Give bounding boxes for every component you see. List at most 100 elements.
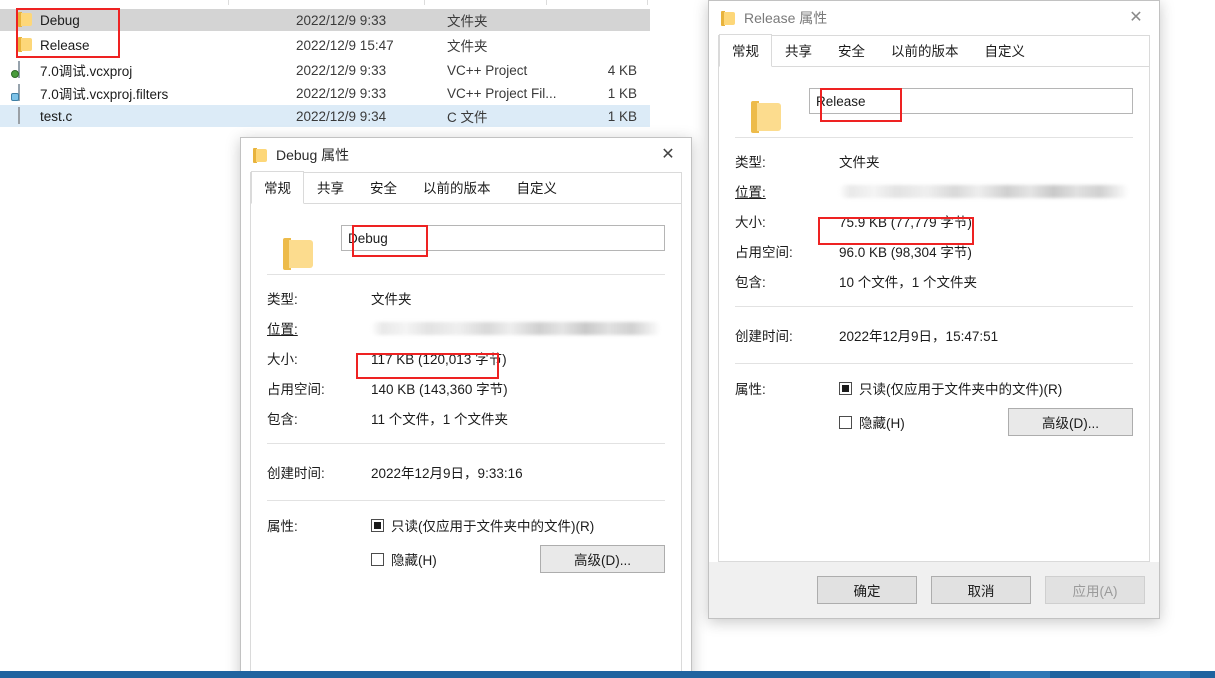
folder-name-row: Debug: [267, 204, 665, 270]
taskbar-segment: [1140, 671, 1190, 678]
column-separator: [546, 0, 547, 5]
field-type: 类型: 文件夹: [735, 146, 1133, 176]
advanced-button[interactable]: 高级(D)...: [1008, 408, 1133, 436]
table-row[interactable]: 7.0调试.vcxproj 2022/12/9 9:33 VC++ Projec…: [0, 59, 650, 81]
field-location: 位置:: [735, 176, 1133, 206]
taskbar-segment: [990, 671, 1050, 678]
taskbar-strip: [0, 671, 1215, 678]
hidden-row[interactable]: 隐藏(H) 高级(D)...: [839, 408, 1133, 436]
field-value: 117 KB (120,013 字节): [371, 352, 507, 367]
dialog-title-bar: Debug 属性 ✕: [241, 138, 691, 172]
field-label: 包含:: [267, 412, 298, 427]
tab-sharing[interactable]: 共享: [772, 34, 825, 66]
close-icon[interactable]: ✕: [1113, 1, 1159, 35]
readonly-label: 只读(仅应用于文件夹中的文件)(R): [859, 382, 1063, 397]
folder-name-input[interactable]: Release: [809, 88, 1133, 114]
file-type: 文件夹: [447, 14, 488, 29]
field-value: 140 KB (143,360 字节): [371, 382, 508, 397]
tab-security[interactable]: 安全: [357, 171, 410, 203]
cancel-button[interactable]: 取消: [931, 576, 1031, 604]
advanced-button[interactable]: 高级(D)...: [540, 545, 665, 573]
dialog-body: 常规 共享 安全 以前的版本 自定义 Release 类型: 文件夹 位置: 大…: [718, 34, 1150, 562]
folder-icon: [18, 12, 34, 28]
field-created: 创建时间: 2022年12月9日，9:33:16: [267, 454, 665, 490]
field-value-redacted: [839, 184, 1129, 198]
file-date: 2022/12/9 9:33: [296, 12, 387, 28]
tab-previous-versions[interactable]: 以前的版本: [878, 34, 972, 66]
folder-icon: [721, 10, 735, 26]
debug-properties-dialog[interactable]: Debug 属性 ✕ 常规 共享 安全 以前的版本 自定义 Debug 类型: …: [240, 137, 692, 678]
field-size: 大小: 117 KB (120,013 字节): [267, 343, 665, 373]
field-label: 位置:: [267, 322, 298, 337]
divider: [267, 274, 665, 275]
file-type: VC++ Project Fil...: [447, 85, 557, 101]
file-name: 7.0调试.vcxproj.filters: [40, 87, 169, 102]
readonly-checkbox[interactable]: [839, 381, 852, 395]
hidden-checkbox[interactable]: [371, 552, 384, 566]
field-value: 11 个文件，1 个文件夹: [371, 412, 509, 427]
file-size: 1 KB: [607, 108, 637, 124]
divider: [267, 443, 665, 444]
attributes-block: 属性: 只读(仅应用于文件夹中的文件)(R) 隐藏(H) 高级(D)...: [267, 511, 665, 573]
hidden-row[interactable]: 隐藏(H) 高级(D)...: [371, 545, 665, 573]
release-properties-dialog[interactable]: Release 属性 ✕ 常规 共享 安全 以前的版本 自定义 Release: [708, 0, 1160, 619]
dialog-footer: 确定 取消 应用(A): [709, 562, 1159, 618]
tab-customize[interactable]: 自定义: [504, 171, 571, 203]
file-type: 文件夹: [447, 39, 488, 54]
tab-security[interactable]: 安全: [825, 34, 878, 66]
tab-bar[interactable]: 常规 共享 安全 以前的版本 自定义: [251, 171, 681, 204]
field-label: 类型:: [267, 292, 298, 307]
readonly-row[interactable]: 只读(仅应用于文件夹中的文件)(R): [839, 374, 1133, 402]
vcxproj-icon: [11, 61, 34, 78]
field-size: 大小: 75.9 KB (77,779 字节): [735, 206, 1133, 236]
tab-general[interactable]: 常规: [719, 34, 772, 67]
table-row[interactable]: test.c 2022/12/9 9:34 C 文件 1 KB: [0, 105, 650, 127]
divider: [735, 363, 1133, 364]
apply-button: 应用(A): [1045, 576, 1145, 604]
c-file-icon: [18, 107, 34, 124]
tab-general[interactable]: 常规: [251, 171, 304, 204]
divider: [735, 306, 1133, 307]
file-date: 2022/12/9 9:33: [296, 85, 387, 101]
table-row[interactable]: Release 2022/12/9 15:47 文件夹: [0, 34, 650, 56]
close-icon[interactable]: ✕: [645, 138, 691, 172]
dialog-title: Debug 属性: [276, 147, 350, 163]
hidden-label: 隐藏(H): [391, 553, 437, 568]
column-separator: [647, 0, 648, 5]
field-location: 位置:: [267, 313, 665, 343]
field-size-on-disk: 占用空间: 140 KB (143,360 字节): [267, 373, 665, 403]
attributes-label: 属性:: [267, 519, 298, 534]
general-pane: Release 类型: 文件夹 位置: 大小: 75.9 KB (77,779 …: [719, 67, 1149, 436]
folder-name-row: Release: [735, 67, 1133, 133]
file-date: 2022/12/9 9:34: [296, 108, 387, 124]
table-row[interactable]: Debug 2022/12/9 9:33 文件夹: [0, 9, 650, 31]
field-label: 大小:: [735, 215, 766, 230]
dialog-title-bar: Release 属性 ✕: [709, 1, 1159, 35]
tab-previous-versions[interactable]: 以前的版本: [410, 171, 504, 203]
file-list[interactable]: Debug 2022/12/9 9:33 文件夹 Release 2022/12…: [0, 0, 650, 127]
field-label: 位置:: [735, 185, 766, 200]
tab-bar[interactable]: 常规 共享 安全 以前的版本 自定义: [719, 34, 1149, 67]
field-size-on-disk: 占用空间: 96.0 KB (98,304 字节): [735, 236, 1133, 266]
column-separator: [228, 0, 229, 5]
field-value: 文件夹: [839, 155, 880, 170]
field-created: 创建时间: 2022年12月9日，15:47:51: [735, 317, 1133, 353]
readonly-checkbox[interactable]: [371, 518, 384, 532]
field-contains: 包含: 11 个文件，1 个文件夹: [267, 403, 665, 433]
field-type: 类型: 文件夹: [267, 283, 665, 313]
screen: Debug 2022/12/9 9:33 文件夹 Release 2022/12…: [0, 0, 1215, 678]
file-name: Release: [40, 37, 90, 53]
tab-customize[interactable]: 自定义: [972, 34, 1039, 66]
attributes-label: 属性:: [735, 382, 766, 397]
tab-sharing[interactable]: 共享: [304, 171, 357, 203]
field-label: 创建时间:: [735, 329, 793, 344]
ok-button[interactable]: 确定: [817, 576, 917, 604]
field-value-redacted: [371, 321, 661, 335]
file-type: VC++ Project: [447, 62, 528, 78]
folder-name-input[interactable]: Debug: [341, 225, 665, 251]
table-row[interactable]: 7.0调试.vcxproj.filters 2022/12/9 9:33 VC+…: [0, 82, 650, 104]
hidden-checkbox[interactable]: [839, 415, 852, 429]
readonly-row[interactable]: 只读(仅应用于文件夹中的文件)(R): [371, 511, 665, 539]
folder-icon: [253, 147, 267, 163]
file-size: 1 KB: [607, 85, 637, 101]
